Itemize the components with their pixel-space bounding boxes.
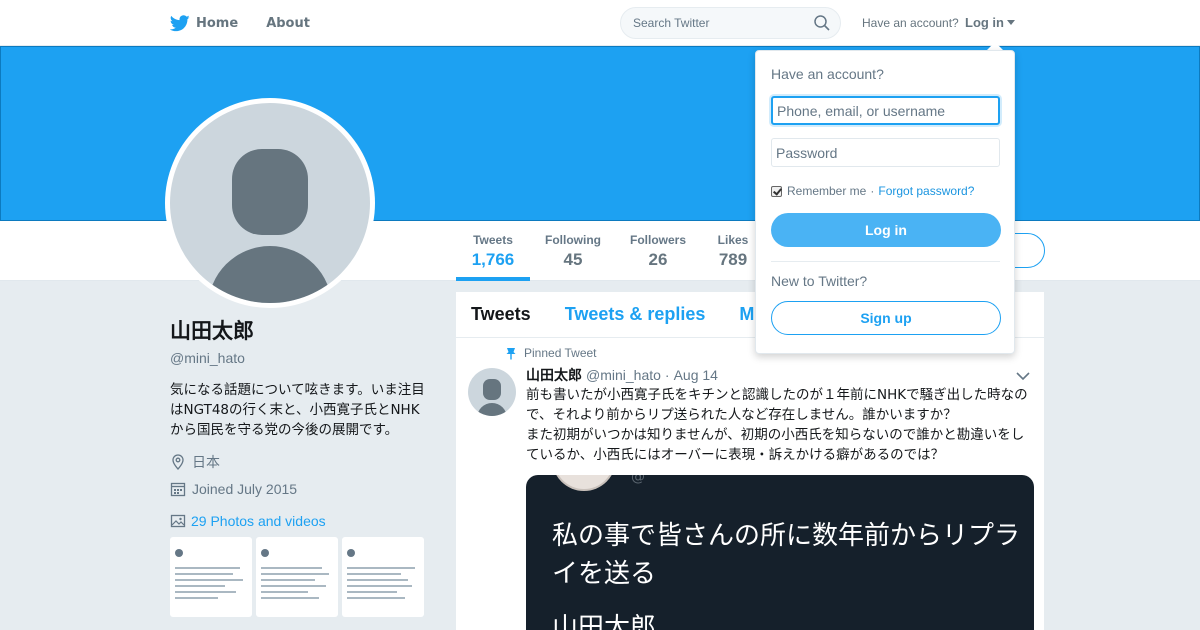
pinned-label-text: Pinned Tweet bbox=[524, 346, 597, 360]
twitter-bird-icon bbox=[170, 14, 190, 31]
profile-avatar[interactable] bbox=[165, 98, 375, 308]
stat-tweets-label: Tweets bbox=[473, 233, 513, 247]
nav-home-label: Home bbox=[196, 15, 239, 31]
photos-and-videos-link[interactable]: 29 Photos and videos bbox=[170, 513, 432, 529]
profile-joined: Joined July 2015 bbox=[170, 481, 432, 497]
stat-following[interactable]: Following 45 bbox=[540, 233, 606, 270]
photo-thumbnail[interactable] bbox=[342, 537, 424, 617]
active-tab-underline bbox=[456, 277, 530, 281]
tweet-author-name[interactable]: 山田太郎 bbox=[526, 365, 582, 385]
stat-tweets-value: 1,766 bbox=[471, 250, 515, 269]
profile-bio: 気になる話題について呟きます。いま注目はNGT48の行く末と、小西寛子氏とNHK… bbox=[170, 382, 425, 438]
photos-link-label: 29 Photos and videos bbox=[191, 513, 326, 529]
dropdown-divider bbox=[771, 261, 1000, 262]
profile-location-text: 日本 bbox=[192, 454, 220, 470]
tweet-media-image[interactable]: @ 私の事で皆さんの所に数年前からリプライを送る 山田太郎 bbox=[526, 475, 1034, 630]
login-dropdown-title: Have an account? bbox=[771, 66, 884, 82]
nav-left: Home About bbox=[170, 0, 338, 46]
tweet-text: 前も書いたが小西寛子氏をキチンと認識したのが１年前にNHKで騒ぎ出した時なので、… bbox=[526, 387, 1028, 463]
profile-joined-text: Joined July 2015 bbox=[192, 481, 298, 497]
pin-icon bbox=[506, 347, 516, 360]
remember-me-checkbox[interactable] bbox=[771, 185, 782, 197]
stat-followers-value: 26 bbox=[648, 250, 668, 269]
profile-handle[interactable]: @mini_hato bbox=[170, 350, 432, 366]
top-navigation-bar: Home About Have an account? Log in bbox=[0, 0, 1200, 46]
media-avatar bbox=[552, 475, 616, 491]
username-input[interactable] bbox=[771, 96, 1000, 125]
stat-likes-label: Likes bbox=[717, 233, 749, 247]
login-dropdown-toggle[interactable]: Log in bbox=[965, 15, 1015, 30]
stat-likes[interactable]: Likes 789 bbox=[712, 233, 754, 270]
profile-name: 山田太郎 bbox=[170, 319, 254, 343]
photo-thumbnails bbox=[170, 537, 432, 617]
photo-thumbnail[interactable] bbox=[170, 537, 252, 617]
password-input[interactable] bbox=[771, 138, 1000, 167]
media-name: 山田太郎 bbox=[552, 613, 657, 630]
have-account-text: Have an account? bbox=[862, 16, 959, 30]
stat-tweets[interactable]: Tweets 1,766 bbox=[456, 233, 530, 270]
new-to-twitter-text: New to Twitter? bbox=[771, 273, 868, 289]
stat-followers[interactable]: Followers 26 bbox=[626, 233, 690, 270]
stat-followers-label: Followers bbox=[629, 233, 686, 247]
nav-about-label: About bbox=[266, 15, 310, 31]
stat-following-label: Following bbox=[545, 233, 601, 247]
stat-following-value: 45 bbox=[563, 250, 583, 269]
profile-location: 日本 bbox=[170, 452, 432, 472]
stat-likes-value: 789 bbox=[718, 250, 748, 269]
media-text: 私の事で皆さんの所に数年前からリプライを送る bbox=[552, 521, 1021, 589]
default-avatar-icon bbox=[170, 103, 370, 303]
photo-thumbnail[interactable] bbox=[256, 537, 338, 617]
tweet-separator: · bbox=[664, 367, 670, 383]
remember-me-row: Remember me · Forgot password? bbox=[771, 184, 974, 198]
pinned-label: Pinned Tweet bbox=[506, 346, 597, 360]
tweet-author-handle[interactable]: @mini_hato bbox=[586, 367, 661, 383]
nav-about[interactable]: About bbox=[266, 16, 310, 31]
login-link-label: Log in bbox=[965, 15, 1004, 30]
nav-home[interactable]: Home bbox=[170, 14, 239, 32]
location-pin-icon bbox=[172, 454, 184, 470]
image-icon bbox=[170, 514, 186, 528]
calendar-icon bbox=[170, 482, 186, 497]
tweet-avatar[interactable] bbox=[468, 368, 516, 416]
chevron-down-icon[interactable] bbox=[1016, 372, 1030, 381]
search-input[interactable] bbox=[633, 16, 803, 30]
caret-down-icon bbox=[1007, 20, 1015, 25]
signup-button[interactable]: Sign up bbox=[771, 301, 1001, 335]
login-dropdown: Have an account? Remember me · Forgot pa… bbox=[755, 50, 1015, 354]
search-icon[interactable] bbox=[814, 15, 830, 31]
search-box bbox=[620, 7, 841, 39]
forgot-password-link[interactable]: Forgot password? bbox=[878, 184, 974, 198]
tweet-date[interactable]: Aug 14 bbox=[674, 367, 718, 383]
tweet-header: 山田太郎 @mini_hato · Aug 14 bbox=[526, 365, 718, 385]
login-button[interactable]: Log in bbox=[771, 213, 1001, 247]
remember-separator: · bbox=[870, 184, 875, 198]
media-handle: @ bbox=[631, 475, 645, 485]
profile-sidebar: 山田太郎 @mini_hato 気になる話題について呟きます。いま注目はNGT4… bbox=[170, 315, 432, 617]
remember-me-label: Remember me bbox=[787, 184, 867, 198]
